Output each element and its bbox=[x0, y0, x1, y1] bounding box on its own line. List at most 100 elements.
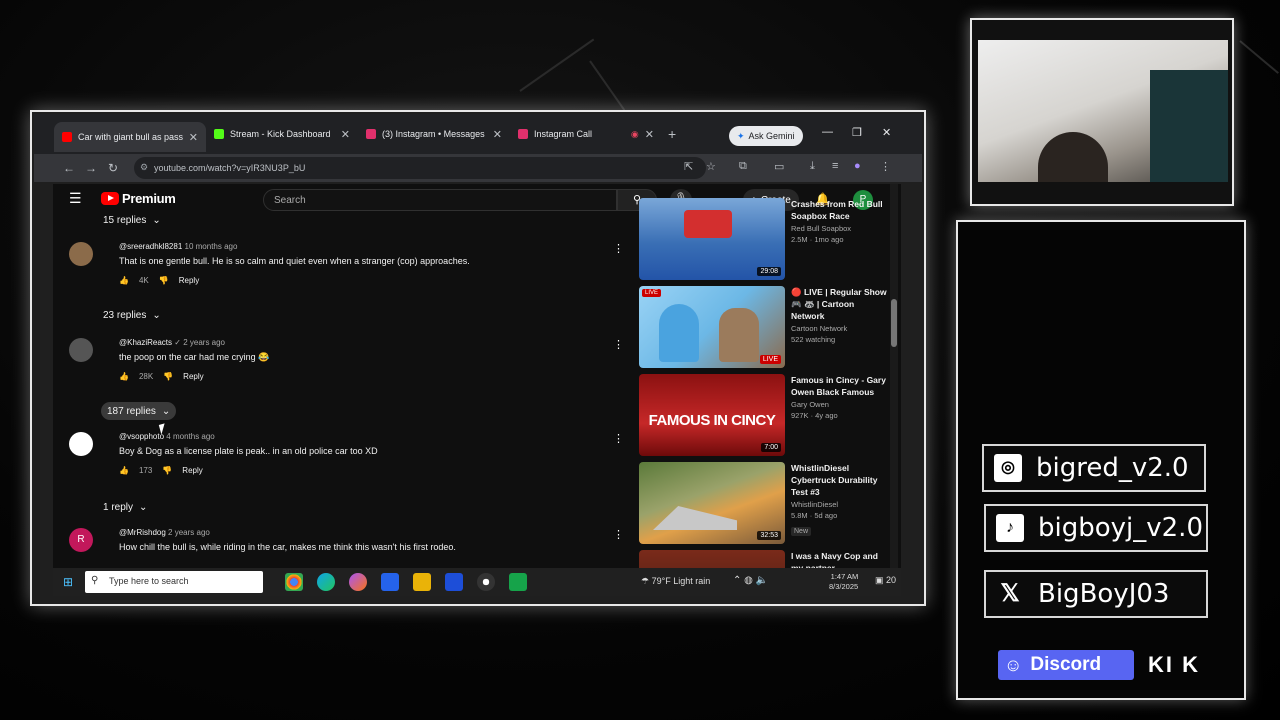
menu-icon[interactable]: ☰ bbox=[69, 190, 82, 207]
new-tab-button[interactable]: + bbox=[668, 126, 676, 142]
more-icon[interactable]: ⋮ bbox=[613, 242, 624, 255]
kick-favicon-icon bbox=[214, 129, 224, 139]
forward-icon[interactable]: → bbox=[80, 161, 102, 175]
video-thumbnail[interactable]: LIVE LIVE bbox=[639, 286, 785, 368]
search-input[interactable]: Search bbox=[263, 189, 617, 211]
replies-toggle[interactable]: 187 replies ⌄ bbox=[101, 402, 177, 420]
social-handle: BigBoyJ03 bbox=[1038, 579, 1170, 609]
replies-toggle[interactable]: 23 replies ⌄ bbox=[103, 306, 161, 324]
dislike-icon[interactable]: 👎 bbox=[159, 276, 169, 285]
comment-author[interactable]: @KhaziReacts bbox=[119, 338, 172, 347]
comment-author[interactable]: @MrRishdog bbox=[119, 528, 166, 537]
person-graphic bbox=[1038, 132, 1108, 182]
weather-widget[interactable]: ☂ 79°F Light rain bbox=[641, 576, 710, 587]
close-icon[interactable]: ✕ bbox=[493, 128, 502, 141]
mail-icon[interactable] bbox=[381, 573, 399, 591]
star-icon[interactable]: ☆ bbox=[706, 160, 716, 173]
install-icon[interactable]: ⇱ bbox=[684, 160, 693, 173]
reload-icon[interactable]: ↻ bbox=[102, 161, 124, 175]
tab-kick[interactable]: Stream - Kick Dashboard ✕ bbox=[206, 120, 358, 148]
video-title[interactable]: Famous in Cincy - Gary Owen Black Famous bbox=[791, 374, 887, 398]
more-icon[interactable]: ⋮ bbox=[613, 528, 624, 541]
maximize-button[interactable]: ❐ bbox=[852, 126, 862, 139]
clock[interactable]: 1:47 AM 8/3/2025 bbox=[829, 572, 858, 592]
like-icon[interactable]: 👍 bbox=[119, 466, 129, 475]
dislike-icon[interactable]: 👎 bbox=[163, 372, 173, 381]
cast-icon[interactable]: ▭ bbox=[774, 160, 784, 173]
address-bar-row: ← → ↻ ⚙ youtube.com/watch?v=yIR3NU3P_bU … bbox=[34, 154, 922, 182]
more-icon[interactable]: ⋮ bbox=[613, 338, 624, 351]
back-icon[interactable]: ← bbox=[58, 161, 80, 175]
extensions-icon[interactable]: ⧉ bbox=[739, 160, 747, 173]
youtube-logo[interactable]: Premium bbox=[101, 191, 176, 206]
close-window-button[interactable]: ✕ bbox=[882, 126, 891, 139]
browser-window: Car with giant bull as passeng ✕ Stream … bbox=[30, 110, 926, 606]
obs-icon[interactable] bbox=[477, 573, 495, 591]
url-field[interactable]: ⚙ youtube.com/watch?v=yIR3NU3P_bU bbox=[134, 157, 706, 179]
copilot-icon[interactable] bbox=[349, 573, 367, 591]
video-thumbnail[interactable]: 32:53 bbox=[639, 462, 785, 544]
video-title[interactable]: WhistlinDiesel Cybertruck Durability Tes… bbox=[791, 462, 887, 498]
new-badge: New bbox=[791, 527, 812, 536]
taskbar-search-input[interactable]: ⚲ Type here to search bbox=[85, 571, 263, 593]
video-title[interactable]: I was a Navy Cop and my partner... bbox=[791, 550, 887, 568]
download-icon[interactable]: ⤓ bbox=[810, 160, 815, 173]
windows-start-icon[interactable]: ⊞ bbox=[57, 575, 79, 589]
video-info: Crashes from Red Bull Soapbox Race Red B… bbox=[791, 198, 887, 244]
avatar[interactable] bbox=[69, 432, 93, 456]
comment-author[interactable]: @vsopphoto bbox=[119, 432, 164, 441]
close-icon[interactable]: ✕ bbox=[645, 128, 654, 141]
avatar[interactable]: R bbox=[69, 528, 93, 552]
notification-button[interactable]: ▣ 20 bbox=[875, 575, 896, 586]
channel-name[interactable]: WhistlinDiesel bbox=[791, 500, 887, 509]
comment-author[interactable]: @sreeradhkl8281 bbox=[119, 242, 182, 251]
like-icon[interactable]: 👍 bbox=[119, 372, 129, 381]
playlist-icon[interactable]: ≡ bbox=[832, 160, 838, 172]
video-card[interactable]: FAMOUS IN CINCY 7:00 Famous in Cincy - G… bbox=[639, 374, 889, 456]
scrollbar-thumb[interactable] bbox=[891, 299, 897, 347]
close-icon[interactable]: ✕ bbox=[341, 128, 350, 141]
comment-time: 2 years ago bbox=[183, 338, 226, 347]
more-icon[interactable]: ⋮ bbox=[613, 432, 624, 445]
video-thumbnail[interactable]: 29:08 bbox=[639, 198, 785, 280]
video-title[interactable]: 🔴 LIVE | Regular Show 🎮 🦝 | Cartoon Netw… bbox=[791, 286, 887, 322]
youtube-page: ☰ Premium Search ⚲ 🎙 + Create 🔔 P 15 rep… bbox=[53, 184, 901, 568]
decor-line bbox=[589, 60, 626, 111]
scrollbar[interactable] bbox=[890, 184, 898, 568]
comment-text: How chill the bull is, while riding in t… bbox=[119, 542, 456, 552]
system-tray[interactable]: ⌃ ◍ 🔈 bbox=[733, 575, 768, 586]
replies-toggle[interactable]: 15 replies ⌄ bbox=[103, 211, 161, 229]
ask-gemini-button[interactable]: ✦ Ask Gemini bbox=[729, 126, 803, 146]
reply-button[interactable]: Reply bbox=[183, 372, 203, 381]
close-icon[interactable]: ✕ bbox=[189, 131, 198, 144]
replies-label: 187 replies bbox=[107, 405, 156, 417]
reply-button[interactable]: Reply bbox=[182, 466, 202, 475]
avatar[interactable] bbox=[69, 338, 93, 362]
profile-icon[interactable]: ● bbox=[854, 160, 861, 172]
replies-toggle[interactable]: 1 reply ⌄ bbox=[103, 498, 147, 516]
tab-youtube[interactable]: Car with giant bull as passeng ✕ bbox=[54, 122, 206, 152]
video-thumbnail[interactable] bbox=[639, 550, 785, 568]
reply-button[interactable]: Reply bbox=[179, 276, 199, 285]
more-icon[interactable]: ⋮ bbox=[880, 160, 891, 173]
channel-name[interactable]: Cartoon Network bbox=[791, 324, 887, 333]
tab-instagram-call[interactable]: Instagram Call ◉ ✕ bbox=[510, 120, 662, 148]
video-card[interactable]: LIVE LIVE 🔴 LIVE | Regular Show 🎮 🦝 | Ca… bbox=[639, 286, 889, 368]
store-icon[interactable] bbox=[445, 573, 463, 591]
avatar[interactable] bbox=[69, 242, 93, 266]
video-card[interactable]: 29:08 Crashes from Red Bull Soapbox Race… bbox=[639, 198, 889, 280]
channel-name[interactable]: Gary Owen bbox=[791, 400, 887, 409]
channel-name[interactable]: Red Bull Soapbox bbox=[791, 224, 887, 233]
video-card[interactable]: 32:53 WhistlinDiesel Cybertruck Durabili… bbox=[639, 462, 889, 544]
chrome-icon[interactable] bbox=[285, 573, 303, 591]
edge-icon[interactable] bbox=[317, 573, 335, 591]
like-icon[interactable]: 👍 bbox=[119, 276, 129, 285]
video-thumbnail[interactable]: FAMOUS IN CINCY 7:00 bbox=[639, 374, 785, 456]
xbox-icon[interactable] bbox=[509, 573, 527, 591]
video-title[interactable]: Crashes from Red Bull Soapbox Race bbox=[791, 198, 887, 222]
minimize-button[interactable]: — bbox=[822, 126, 833, 138]
folder-icon[interactable] bbox=[413, 573, 431, 591]
dislike-icon[interactable]: 👎 bbox=[162, 466, 172, 475]
video-card[interactable]: I was a Navy Cop and my partner... bbox=[639, 550, 889, 568]
tab-instagram-messages[interactable]: (3) Instagram • Messages ✕ bbox=[358, 120, 510, 148]
